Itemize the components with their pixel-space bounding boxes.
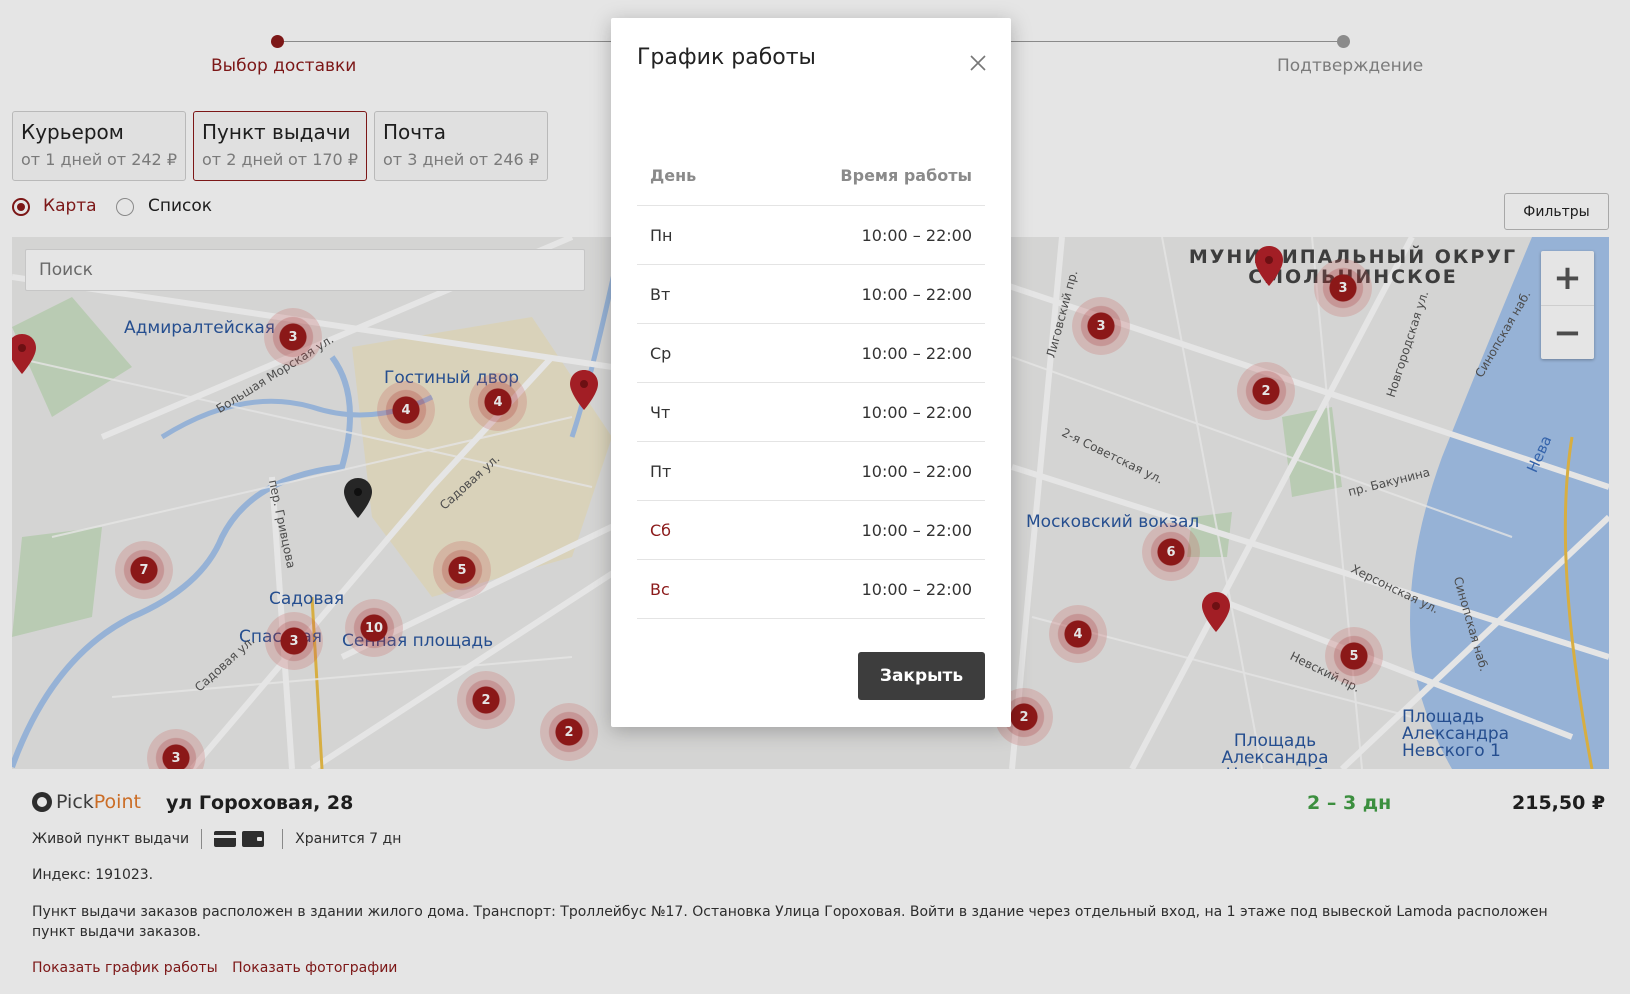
row-day: Пн bbox=[650, 225, 673, 245]
row-time: 10:00 – 22:00 bbox=[861, 579, 972, 599]
table-row: Пн 10:00 – 22:00 bbox=[637, 206, 985, 265]
row-time: 10:00 – 22:00 bbox=[861, 343, 972, 363]
table-row: Вт 10:00 – 22:00 bbox=[637, 265, 985, 324]
row-day: Чт bbox=[650, 402, 671, 422]
modal-title: График работы bbox=[637, 45, 816, 70]
close-icon[interactable] bbox=[963, 48, 993, 78]
row-time: 10:00 – 22:00 bbox=[861, 225, 972, 245]
col-day: День bbox=[650, 166, 697, 185]
row-day: Пт bbox=[650, 461, 672, 481]
schedule-table: День Время работы Пн 10:00 – 22:00 Вт 10:0… bbox=[637, 146, 985, 619]
row-time: 10:00 – 22:00 bbox=[861, 402, 972, 422]
row-day: Вс bbox=[650, 579, 670, 599]
close-modal-button[interactable]: Закрыть bbox=[858, 652, 985, 700]
row-time: 10:00 – 22:00 bbox=[861, 461, 972, 481]
table-row: Чт 10:00 – 22:00 bbox=[637, 383, 985, 442]
row-day: Ср bbox=[650, 343, 672, 363]
table-row: Сб 10:00 – 22:00 bbox=[637, 501, 985, 560]
row-day: Сб bbox=[650, 520, 672, 540]
row-time: 10:00 – 22:00 bbox=[861, 284, 972, 304]
row-time: 10:00 – 22:00 bbox=[861, 520, 972, 540]
table-row: Ср 10:00 – 22:00 bbox=[637, 324, 985, 383]
schedule-modal: График работы День Время работы Пн 10:00 … bbox=[611, 18, 1011, 727]
schedule-header: День Время работы bbox=[637, 146, 985, 206]
col-time: Время работы bbox=[840, 166, 972, 185]
row-day: Вт bbox=[650, 284, 671, 304]
table-row: Пт 10:00 – 22:00 bbox=[637, 442, 985, 501]
table-row: Вс 10:00 – 22:00 bbox=[637, 560, 985, 619]
